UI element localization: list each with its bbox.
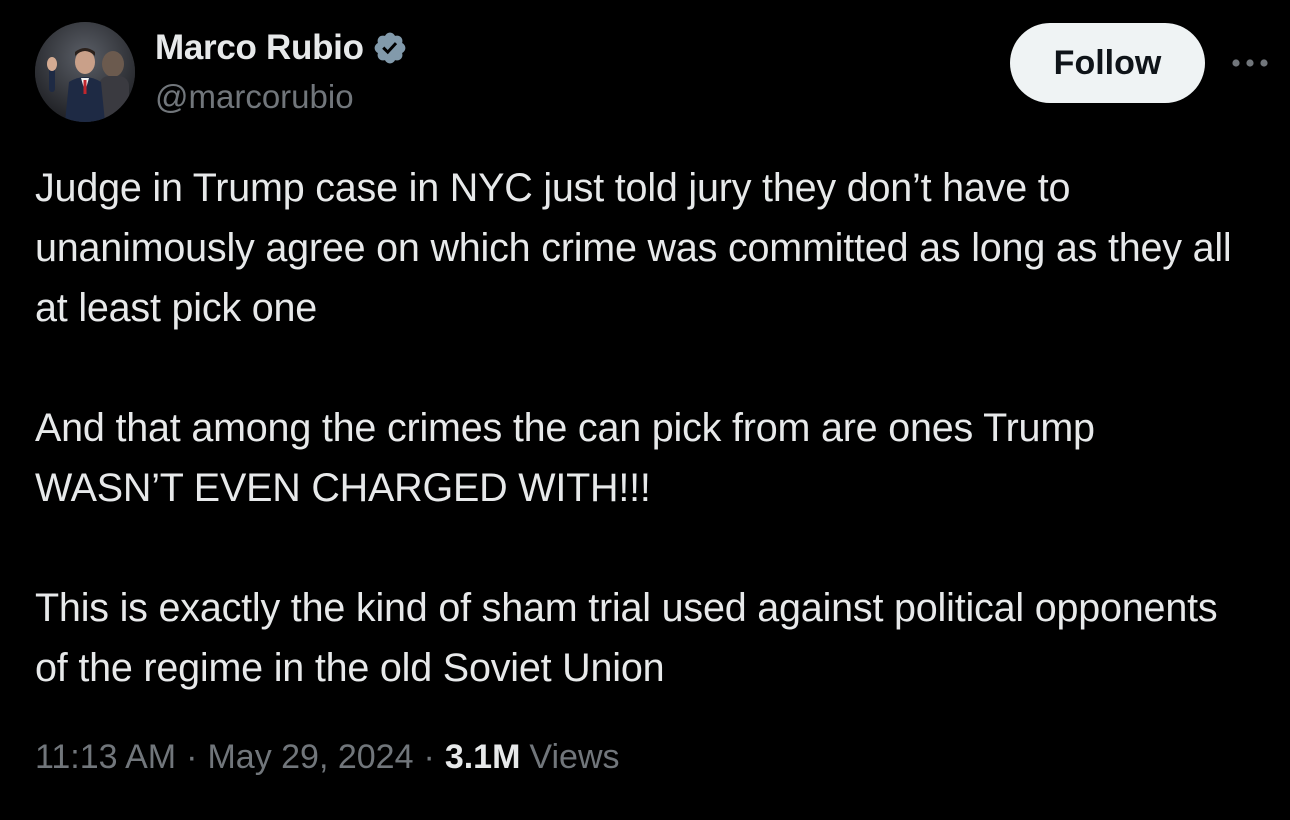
- avatar[interactable]: [35, 22, 135, 122]
- tweet-paragraph-3: This is exactly the kind of sham trial u…: [35, 586, 1218, 690]
- tweet-meta: 11:13 AM · May 29, 2024 · 3.1M Views: [35, 738, 620, 777]
- verified-badge-icon: [372, 30, 408, 66]
- tweet-card: Marco Rubio @marcorubio Follow Judge in …: [0, 0, 1290, 820]
- views-count[interactable]: 3.1M: [445, 738, 521, 777]
- more-options-icon[interactable]: [1228, 48, 1272, 78]
- tweet-text: Judge in Trump case in NYC just told jur…: [35, 158, 1250, 698]
- views-label: Views: [529, 738, 620, 776]
- author-display-name[interactable]: Marco Rubio: [155, 28, 364, 68]
- avatar-photo: [35, 22, 135, 122]
- tweet-paragraph-2: And that among the crimes the can pick f…: [35, 406, 1095, 510]
- meta-separator: ·: [423, 738, 435, 776]
- tweet-date[interactable]: May 29, 2024: [207, 738, 413, 777]
- tweet-paragraph-1: Judge in Trump case in NYC just told jur…: [35, 166, 1232, 330]
- follow-button[interactable]: Follow: [1010, 23, 1205, 103]
- author-name-row: Marco Rubio: [155, 26, 408, 70]
- meta-separator: ·: [186, 738, 198, 776]
- author-handle[interactable]: @marcorubio: [155, 78, 354, 116]
- tweet-time[interactable]: 11:13 AM: [35, 738, 176, 777]
